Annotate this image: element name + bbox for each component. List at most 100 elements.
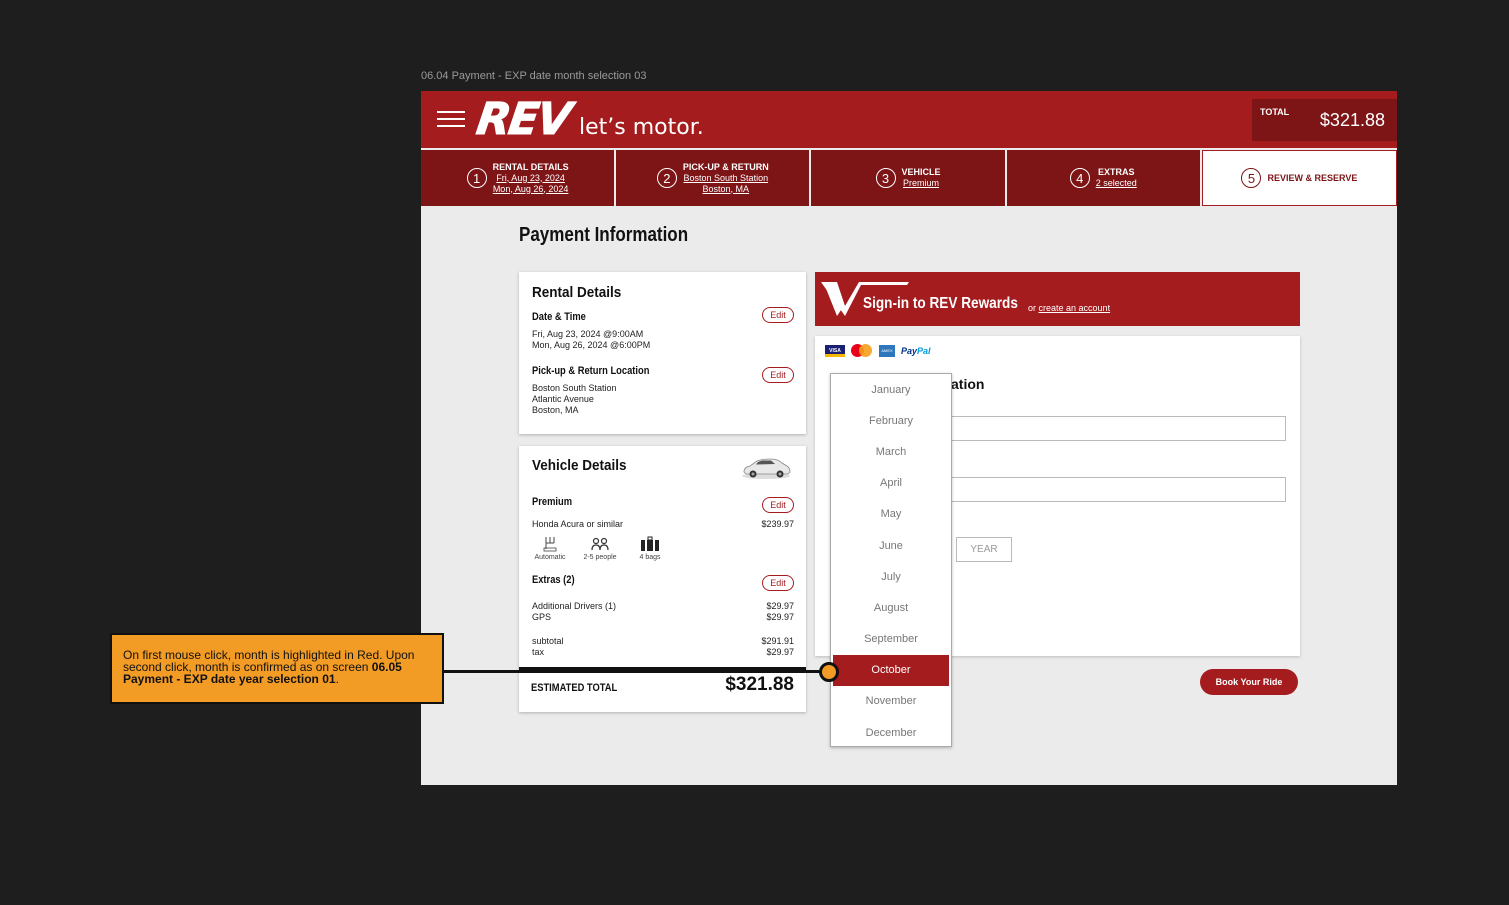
month-option-november[interactable]: November (831, 686, 951, 717)
logo[interactable]: REV let’s motor. (473, 94, 704, 146)
people-icon (591, 537, 609, 551)
step-sub[interactable]: Fri, Aug 23, 2024 (496, 173, 565, 184)
tax-label: tax (532, 647, 545, 657)
step-title: PICK-UP & RETURN (682, 161, 769, 172)
step-number: 4 (1069, 168, 1090, 188)
extra-item: GPS (532, 612, 552, 622)
progress-steps: 1 RENTAL DETAILS Fri, Aug 23, 2024 Mon, … (421, 150, 1397, 206)
step-number: 1 (466, 168, 487, 188)
step-title: REVIEW & RESERVE (1267, 172, 1358, 183)
or-text: or (1028, 303, 1039, 313)
card-number-input[interactable] (951, 477, 1286, 502)
feature-label: Automatic (534, 554, 566, 561)
amex-icon: AMEX (879, 345, 895, 357)
payment-section-title: ation (951, 376, 985, 392)
step-number: 3 (875, 168, 896, 188)
annotation-connector (442, 670, 829, 673)
step-extras[interactable]: 4 EXTRAS 2 selected (1006, 150, 1202, 206)
step-title: VEHICLE (901, 167, 941, 177)
luggage-icon (641, 536, 659, 551)
vehicle-features: Automatic 2-5 people 4 bags (531, 536, 669, 561)
step-sub[interactable]: Boston, MA (703, 184, 750, 195)
month-option-august[interactable]: August (831, 592, 951, 623)
total-box: TOTAL $321.88 (1252, 99, 1397, 141)
rental-details-card: Rental Details Date & Time Edit Fri, Aug… (519, 272, 806, 434)
estimated-total-value: $321.88 (725, 674, 794, 695)
month-option-december[interactable]: December (831, 717, 951, 748)
month-option-may[interactable]: May (831, 499, 951, 530)
month-option-october[interactable]: October (833, 654, 949, 686)
page-title: Payment Information (519, 224, 689, 246)
card-name-input[interactable] (951, 416, 1286, 441)
extra-price: $29.97 (766, 601, 794, 611)
month-option-september[interactable]: September (831, 624, 951, 655)
transmission-icon (543, 537, 557, 552)
edit-vehicle-button[interactable]: Edit (762, 497, 794, 513)
extra-item: Additional Drivers (1) (532, 601, 617, 611)
subtotal-value: $291.91 (761, 636, 794, 646)
month-option-march[interactable]: March (831, 436, 951, 467)
book-your-ride-button[interactable]: Book Your Ride (1200, 669, 1298, 695)
paypal-text: Pay (901, 346, 918, 356)
month-option-april[interactable]: April (831, 468, 951, 499)
feature-capacity: 2-5 people (581, 536, 619, 561)
frame-label: 06.04 Payment - EXP date month selection… (421, 70, 647, 82)
edit-location-button[interactable]: Edit (762, 367, 794, 383)
total-label: TOTAL (1260, 107, 1290, 117)
feature-label: 4 bags (639, 554, 661, 561)
rewards-banner: Sign-in to REV Rewards or create an acco… (815, 272, 1300, 326)
logo-tagline: let’s motor. (579, 115, 704, 140)
annotation-note: On first mouse click, month is highlight… (110, 633, 444, 704)
step-number: 2 (656, 168, 677, 188)
month-option-june[interactable]: June (831, 530, 951, 561)
total-value: $321.88 (1319, 110, 1385, 130)
edit-extras-button[interactable]: Edit (762, 575, 794, 591)
feature-luggage: 4 bags (631, 536, 669, 561)
location-line: Boston South Station (532, 383, 617, 393)
vehicle-model: Honda Acura or similar (532, 519, 624, 529)
menu-icon[interactable] (437, 111, 465, 127)
subtotal-label: subtotal (532, 636, 564, 646)
annotation-text: On first mouse click, month is highlight… (123, 648, 415, 674)
step-pickup-return[interactable]: 2 PICK-UP & RETURN Boston South Station … (616, 150, 812, 206)
step-title: EXTRAS (1097, 167, 1135, 177)
month-option-february[interactable]: February (831, 405, 951, 436)
feature-label: 2-5 people (583, 554, 617, 561)
location-line: Atlantic Avenue (532, 394, 594, 404)
paypal-icon: PayPal (901, 346, 931, 356)
create-account-link[interactable]: create an account (1039, 303, 1111, 313)
step-sub[interactable]: 2 selected (1096, 178, 1137, 189)
exp-year-select[interactable]: YEAR (956, 537, 1012, 562)
header: REV let’s motor. TOTAL $321.88 (421, 91, 1397, 148)
step-number: 5 (1241, 168, 1262, 188)
vehicle-price: $239.97 (761, 519, 794, 529)
mastercard-icon (851, 344, 873, 358)
month-option-january[interactable]: January (831, 374, 951, 405)
visa-icon: VISA (825, 345, 845, 357)
step-title: RENTAL DETAILS (492, 161, 569, 172)
edit-date-button[interactable]: Edit (762, 307, 794, 323)
exp-month-dropdown[interactable]: January February March April May June July Augu… (830, 373, 952, 747)
extras-heading: Extras (2) (532, 574, 575, 586)
step-sub[interactable]: Boston South Station (684, 173, 769, 184)
rewards-title[interactable]: Sign-in to REV Rewards (863, 295, 1018, 313)
logo-mark: REV (473, 94, 573, 146)
location-line: Boston, MA (532, 405, 579, 415)
vehicle-class: Premium (532, 496, 573, 508)
annotation-text: . (335, 672, 339, 686)
month-option-july[interactable]: July (831, 561, 951, 592)
rewards-or-text: or create an account (1028, 303, 1110, 313)
annotation-dot (819, 662, 839, 682)
step-vehicle[interactable]: 3 VEHICLE Premium (811, 150, 1007, 206)
app-window: REV let’s motor. TOTAL $321.88 1 RENTAL … (421, 91, 1397, 785)
step-review-reserve[interactable]: 5 REVIEW & RESERVE (1201, 150, 1397, 206)
tax-value: $29.97 (766, 647, 794, 657)
location-heading: Pick-up & Return Location (532, 365, 650, 377)
step-rental-details[interactable]: 1 RENTAL DETAILS Fri, Aug 23, 2024 Mon, … (421, 150, 617, 206)
date-time-heading: Date & Time (532, 311, 586, 323)
pickup-date: Fri, Aug 23, 2024 @9:00AM (532, 329, 644, 339)
paypal-text: Pal (917, 346, 931, 356)
step-sub[interactable]: Premium (903, 178, 939, 189)
step-sub[interactable]: Mon, Aug 26, 2024 (493, 184, 569, 195)
feature-transmission: Automatic (531, 536, 569, 561)
